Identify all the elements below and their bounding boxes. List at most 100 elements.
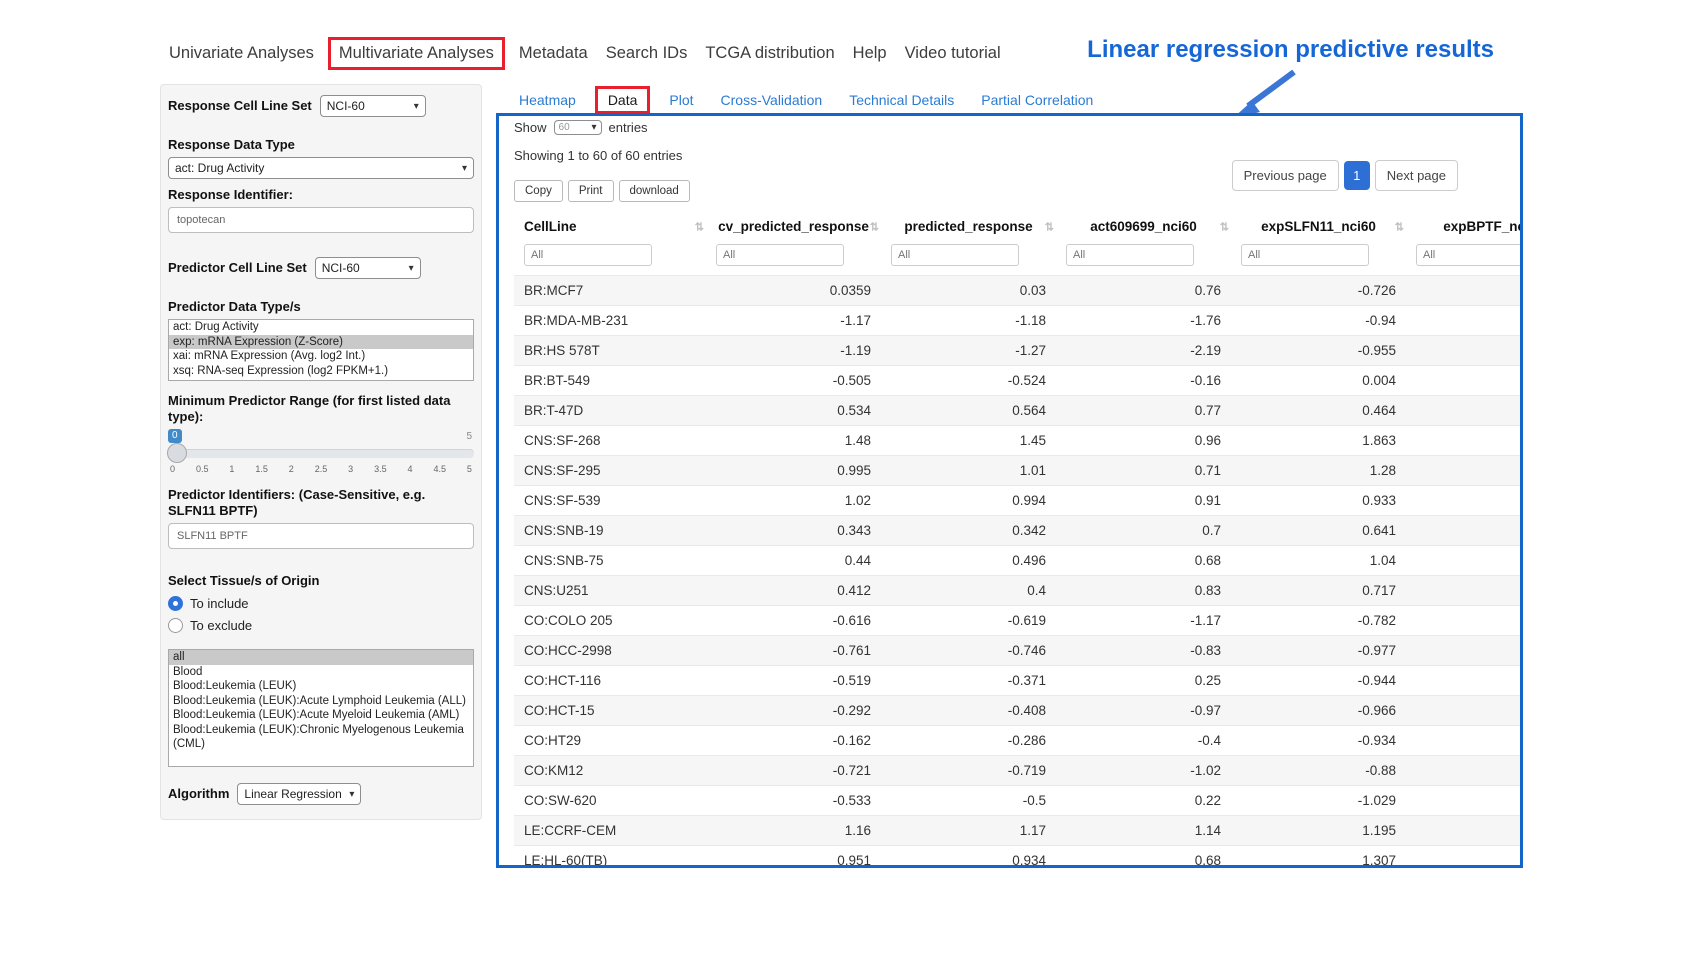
cell-value: -0.966 [1231,696,1406,726]
predictor-cell-line-set-label: Predictor Cell Line Set [168,260,307,276]
cell-value: -1.02 [1056,756,1231,786]
nav-item-search-ids[interactable]: Search IDs [597,44,697,63]
slider-max-label: 5 [466,431,472,442]
algorithm-select[interactable]: Linear Regression ▾ [237,783,361,805]
response-cell-line-set-label: Response Cell Line Set [168,98,312,114]
filter-input-cv-predicted-response[interactable] [716,244,844,266]
tissue-radio-to-exclude[interactable]: To exclude [168,618,474,633]
cell-value: 0.44 [706,546,881,576]
response-identifier-input[interactable] [168,207,474,233]
predictor-identifiers-input[interactable] [168,523,474,549]
download-button[interactable]: download [619,180,690,202]
sort-icon[interactable]: ⇅ [870,220,879,233]
col-header-act609699-nci60[interactable]: act609699_nci60⇅ [1056,211,1231,242]
cell-value: 0.76 [1056,276,1231,306]
predictor-data-type-option[interactable]: act: Drug Activity [169,320,473,335]
tissue-option[interactable]: Blood:Leukemia (LEUK):Acute Lymphoid Leu… [169,694,473,709]
tab-data[interactable]: Data [595,86,651,114]
col-header-cv-predicted-response[interactable]: cv_predicted_response⇅ [706,211,881,242]
cell-value: 0.343 [706,516,881,546]
cell-value: -0.371 [881,666,1056,696]
tissue-origin-listbox[interactable]: allBloodBlood:Leukemia (LEUK)Blood:Leuke… [168,649,474,767]
cell-value: -0.006 [1406,636,1523,666]
table-row: CNS:SNB-750.440.4960.681.04-0.749 [514,546,1523,576]
nav-item-univariate-analyses[interactable]: Univariate Analyses [160,44,323,63]
filter-input-expslfn11-nci60[interactable] [1241,244,1369,266]
nav-item-multivariate-analyses[interactable]: Multivariate Analyses [328,37,505,70]
tissue-option[interactable]: Blood:Leukemia (LEUK):Chronic Myelogenou… [169,723,473,752]
slider-tick-label: 2 [289,464,294,474]
show-entries-select[interactable]: 60 ▾ [554,120,602,135]
predictor-data-types-listbox[interactable]: act: Drug Activityexp: mRNA Expression (… [168,319,474,381]
cell-value: 1.89 [1406,276,1523,306]
response-data-type-value: act: Drug Activity [175,161,264,175]
cell-value: -0.16 [1056,366,1231,396]
col-header-expbptf-nci60[interactable]: expBPTF_nci60⇅ [1406,211,1523,242]
col-header-cellline[interactable]: CellLine⇅ [514,211,706,242]
minimum-predictor-range-slider[interactable]: 0 5 00.511.522.533.544.55 [168,429,474,479]
tissue-option[interactable]: Blood:Leukemia (LEUK):Acute Myeloid Leuk… [169,708,473,723]
print-button[interactable]: Print [568,180,614,202]
filter-input-expbptf-nci60[interactable] [1416,244,1523,266]
cell-value: 1.48 [706,426,881,456]
filter-input-act609699-nci60[interactable] [1066,244,1194,266]
predictor-data-type-option[interactable]: exp: mRNA Expression (Z-Score) [169,335,473,350]
filter-cell [1406,242,1523,276]
nav-item-metadata[interactable]: Metadata [510,44,597,63]
chevron-down-icon: ▾ [414,101,419,112]
sort-icon[interactable]: ⇅ [1220,220,1229,233]
nav-item-tcga-distribution[interactable]: TCGA distribution [696,44,843,63]
chevron-down-icon: ▾ [592,122,597,133]
cell-value: 1.307 [1231,846,1406,869]
tab-cross-validation[interactable]: Cross-Validation [721,92,823,108]
tab-technical-details[interactable]: Technical Details [849,92,954,108]
tissue-option[interactable]: all [169,650,473,665]
sort-icon[interactable]: ⇅ [1395,220,1404,233]
predictor-data-type-option[interactable]: xsq: RNA-seq Expression (log2 FPKM+1.) [169,364,473,379]
cell-value: -0.056 [1406,606,1523,636]
predictor-data-type-option[interactable]: xai: mRNA Expression (Avg. log2 Int.) [169,349,473,364]
predictor-cell-line-set-select[interactable]: NCI-60 ▾ [315,257,421,279]
tab-plot[interactable]: Plot [669,92,693,108]
sort-icon[interactable]: ⇅ [1045,220,1054,233]
response-cell-line-set-select[interactable]: NCI-60 ▾ [320,95,426,117]
tissue-radio-to-include[interactable]: To include [168,596,474,611]
nav-item-video-tutorial[interactable]: Video tutorial [896,44,1010,63]
current-page-button[interactable]: 1 [1344,161,1370,190]
next-page-button[interactable]: Next page [1375,160,1458,191]
sort-icon[interactable]: ⇅ [695,220,704,233]
tissue-option[interactable]: Blood:Leukemia (LEUK) [169,679,473,694]
slider-track[interactable] [168,449,474,458]
slider-tick-label: 3 [348,464,353,474]
cell-line-name: LE:HL-60(TB) [514,846,706,869]
table-row: BR:T-47D0.5340.5640.770.4640.817 [514,396,1523,426]
tab-partial-correlation[interactable]: Partial Correlation [981,92,1093,108]
cell-value: -0.309 [1406,516,1523,546]
cell-value: -0.97 [1056,696,1231,726]
tissue-origin-group: Select Tissue/s of Origin To includeTo e… [168,573,474,767]
copy-button[interactable]: Copy [514,180,563,202]
cell-line-name: CNS:SF-268 [514,426,706,456]
nav-item-help[interactable]: Help [844,44,896,63]
radio-icon [168,618,183,633]
col-header-predicted-response[interactable]: predicted_response⇅ [881,211,1056,242]
tissue-option[interactable]: Blood [169,665,473,680]
cell-value: -0.88 [1231,756,1406,786]
table-row: CNS:SF-2681.481.450.961.8630.384 [514,426,1523,456]
slider-value-badge: 0 [168,429,182,443]
filter-input-cellline[interactable] [524,244,652,266]
table-row: BR:BT-549-0.505-0.524-0.160.004-1.588 [514,366,1523,396]
filter-input-predicted-response[interactable] [891,244,1019,266]
table-row: CO:KM12-0.721-0.719-1.02-0.88-0.148 [514,756,1523,786]
previous-page-button[interactable]: Previous page [1232,160,1339,191]
response-data-type-select[interactable]: act: Drug Activity ▾ [168,157,474,179]
cell-value: 0.325 [1406,456,1523,486]
cell-value: -0.408 [881,696,1056,726]
slider-handle[interactable] [167,443,187,463]
col-header-expslfn11-nci60[interactable]: expSLFN11_nci60⇅ [1231,211,1406,242]
cell-value: 1.366 [1406,726,1523,756]
cell-value: -1.029 [1231,786,1406,816]
chevron-down-icon: ▾ [462,163,467,174]
cell-value: 1.048 [1406,696,1523,726]
tab-heatmap[interactable]: Heatmap [519,92,576,108]
